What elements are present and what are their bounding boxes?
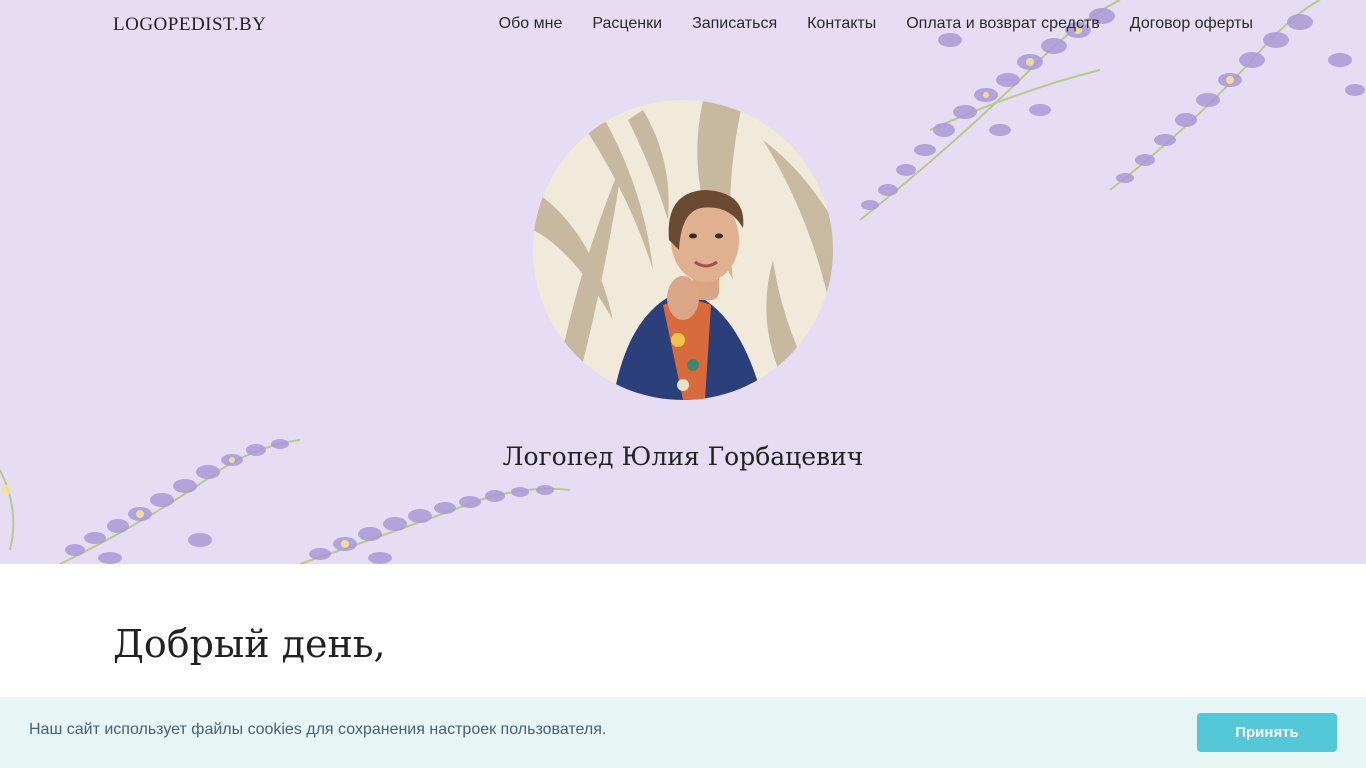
profile-portrait [533,100,833,400]
cookie-banner: Наш сайт использует файлы cookies для со… [0,697,1366,768]
nav-item-offer-agreement[interactable]: Договор оферты [1130,15,1253,33]
main-nav: Обо мне Расценки Записаться Контакты Опл… [499,15,1253,33]
hero-title: Логопед Юлия Горбацевич [502,442,864,471]
site-header: LOGOPEDIST.BY Обо мне Расценки Записатьс… [0,0,1366,50]
accept-cookies-button[interactable]: Принять [1197,713,1337,752]
portrait-illustration [533,100,833,400]
nav-item-about[interactable]: Обо мне [499,15,563,33]
cookie-notice-text: Наш сайт использует файлы cookies для со… [29,721,607,738]
nav-item-prices[interactable]: Расценки [592,15,662,33]
site-logo[interactable]: LOGOPEDIST.BY [113,14,266,36]
nav-item-payment-refund[interactable]: Оплата и возврат средств [906,15,1100,33]
hero-section: LOGOPEDIST.BY Обо мне Расценки Записатьс… [0,0,1366,564]
nav-item-contacts[interactable]: Контакты [807,15,876,33]
nav-item-book[interactable]: Записаться [692,15,777,33]
greeting-heading: Добрый день, [113,622,386,666]
